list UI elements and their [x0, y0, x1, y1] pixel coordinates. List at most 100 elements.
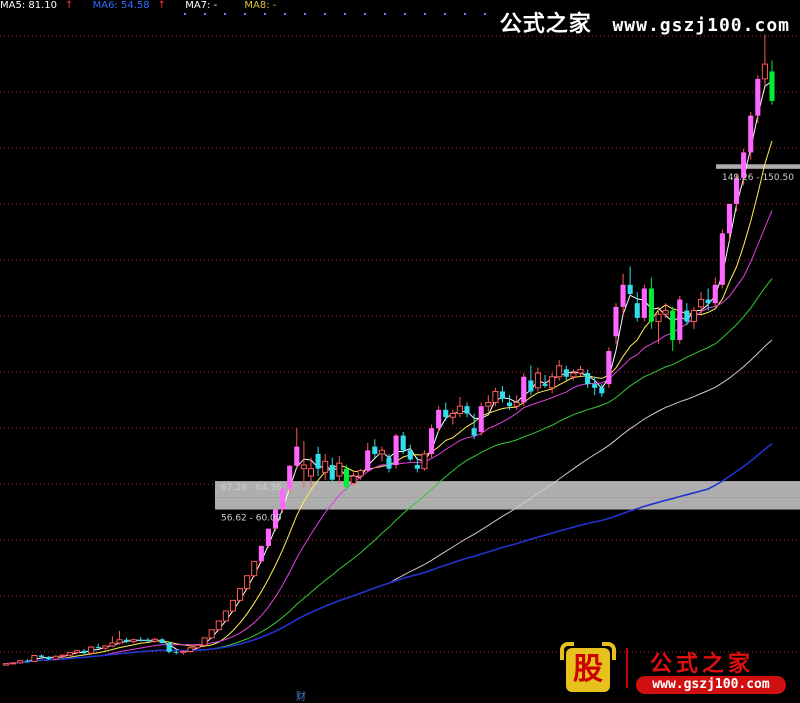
- candle-body: [201, 637, 208, 646]
- candle: [145, 637, 151, 643]
- candle: [542, 374, 548, 388]
- footer-label: 财: [296, 692, 306, 703]
- candle-body: [769, 71, 775, 101]
- candle-body: [613, 306, 619, 337]
- top-tick: [464, 13, 466, 15]
- candle: [159, 638, 165, 644]
- candle-body: [159, 639, 165, 644]
- candle: [187, 647, 194, 653]
- candle: [81, 648, 87, 655]
- candle: [407, 444, 413, 462]
- candle: [449, 409, 456, 425]
- candle-body: [315, 453, 321, 469]
- candle-body: [606, 351, 612, 385]
- candle-body: [499, 391, 506, 399]
- candle-body: [449, 413, 456, 418]
- candle-body: [662, 310, 669, 315]
- candle: [102, 645, 109, 651]
- candle-body: [38, 655, 45, 657]
- top-tick: [204, 13, 206, 15]
- top-tick: [404, 13, 406, 15]
- candle-body: [258, 545, 264, 562]
- candle-body: [300, 464, 307, 470]
- candle: [606, 347, 612, 388]
- zone-band: [215, 481, 800, 498]
- candle: [534, 367, 541, 392]
- candle: [166, 641, 172, 654]
- candle: [31, 654, 38, 662]
- candles: [2, 34, 775, 666]
- candle: [17, 660, 24, 664]
- watermark-logo-name: 公式之家: [650, 652, 755, 677]
- candle-body: [52, 655, 59, 660]
- candle-body: [208, 629, 215, 639]
- candle: [443, 402, 449, 421]
- candle-body: [10, 662, 17, 665]
- candle: [208, 629, 215, 639]
- candle-body: [755, 78, 761, 116]
- legend-item-ma8: MA8: -: [244, 0, 277, 11]
- candle-body: [429, 428, 435, 454]
- ma-long3-line: [5, 443, 773, 665]
- candle-body: [534, 372, 541, 389]
- top-tick: [444, 13, 446, 15]
- candle: [88, 645, 95, 655]
- candle: [627, 266, 633, 296]
- candle-body: [400, 435, 406, 451]
- candle-body: [719, 233, 725, 285]
- candle-body: [307, 468, 315, 477]
- candle-body: [705, 299, 711, 304]
- candle-body: [478, 406, 484, 432]
- candle-body: [393, 435, 399, 466]
- candle: [194, 644, 201, 649]
- candle-body: [24, 660, 30, 662]
- candle: [251, 560, 258, 577]
- candle-body: [350, 475, 357, 484]
- candle-body: [372, 446, 378, 454]
- top-tick: [324, 13, 326, 15]
- watermark-logo: 股 公式之家 www.gszj100.com: [560, 642, 800, 702]
- zone-labels: 67.28 - 64.36 56.62 - 60.00 149.26 - 150.5…: [221, 173, 794, 524]
- candle: [95, 643, 101, 649]
- candle-body: [443, 409, 449, 418]
- candle: [300, 441, 307, 488]
- candle: [471, 413, 477, 440]
- candle: [322, 453, 329, 480]
- logo-divider: [626, 648, 628, 688]
- candle-body: [138, 639, 144, 641]
- candle: [180, 650, 187, 655]
- candle-body: [95, 647, 101, 649]
- candle-body: [194, 644, 201, 649]
- candle-body: [726, 203, 732, 234]
- candle-body: [648, 288, 654, 322]
- candle-body: [59, 654, 66, 657]
- candle: [116, 630, 123, 645]
- candle: [748, 111, 754, 160]
- candle: [690, 306, 698, 329]
- candle: [726, 203, 732, 241]
- candle-body: [229, 599, 237, 612]
- candle-body: [698, 299, 705, 308]
- candle-body: [102, 645, 109, 649]
- ma-legend: MA5: 81.10 ↑ MA6: 54.58 ↑ MA7: - MA8: -: [0, 0, 300, 12]
- candle: [549, 373, 556, 394]
- candle: [634, 292, 640, 322]
- candle: [258, 545, 264, 563]
- candle: [429, 424, 435, 458]
- top-tick: [424, 13, 426, 15]
- candle-body: [365, 450, 371, 471]
- candle-body: [386, 457, 392, 469]
- candle: [38, 654, 45, 658]
- candle: [521, 373, 527, 407]
- candle: [485, 395, 492, 412]
- candle-body: [145, 640, 151, 642]
- candle: [336, 455, 343, 484]
- candle-body: [421, 453, 428, 470]
- candle-body: [343, 468, 349, 488]
- candle-body: [116, 639, 123, 644]
- top-tick: [364, 13, 366, 15]
- candle-body: [748, 115, 754, 153]
- candle-body: [436, 409, 442, 429]
- candle: [563, 365, 569, 381]
- candle-body: [655, 313, 662, 323]
